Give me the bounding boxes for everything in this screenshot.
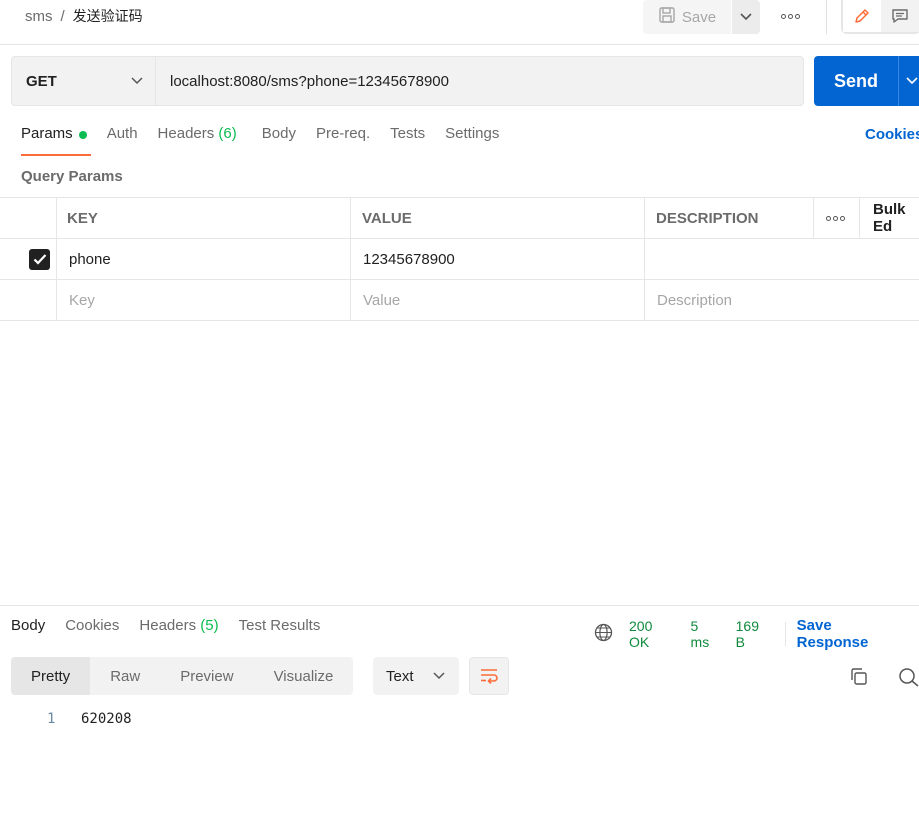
breadcrumb-collection[interactable]: sms (25, 8, 53, 25)
tab-headers[interactable]: Headers (6) (158, 125, 257, 156)
tab-response-headers-label: Headers (139, 617, 197, 634)
tab-auth[interactable]: Auth (107, 125, 158, 156)
chevron-down-icon (433, 672, 445, 680)
format-preview[interactable]: Preview (160, 657, 253, 695)
comments-button[interactable] (881, 0, 919, 32)
method-select[interactable]: GET (12, 57, 156, 105)
request-url-bar: GET localhost:8080/sms?phone=12345678900 (11, 56, 804, 106)
pencil-icon (855, 9, 869, 23)
param-enabled-checkbox[interactable] (29, 239, 50, 279)
query-params-title: Query Params (21, 168, 123, 185)
tab-settings-label: Settings (445, 125, 500, 142)
top-bar: sms / 发送验证码 Save (0, 0, 919, 45)
cookies-link[interactable]: Cookies (865, 126, 919, 143)
save-options-button[interactable] (731, 0, 760, 34)
comment-icon (892, 9, 908, 23)
request-tabs: Params Auth Headers (6) Body Pre-req. Te… (21, 125, 519, 157)
response-type-label: Text (386, 667, 414, 685)
column-header-description: DESCRIPTION (656, 209, 759, 227)
format-tabs: Pretty Raw Preview Visualize (11, 657, 354, 695)
more-icon (826, 215, 831, 221)
format-visualize[interactable]: Visualize (254, 657, 354, 695)
response-type-select[interactable]: Text (373, 657, 459, 695)
tab-response-cookies[interactable]: Cookies (65, 617, 119, 634)
status-code[interactable]: 200 OK (629, 618, 675, 650)
tab-settings[interactable]: Settings (445, 125, 519, 156)
format-pretty[interactable]: Pretty (11, 657, 91, 695)
param-key-input[interactable]: phone (69, 239, 111, 279)
column-options-button[interactable] (826, 198, 845, 238)
checkmark-icon (33, 254, 46, 265)
tab-body-label: Body (261, 125, 296, 142)
breadcrumb: sms / 发送验证码 (25, 6, 143, 26)
divider (784, 622, 786, 646)
wrap-icon (481, 669, 498, 684)
save-button-group: Save (643, 0, 760, 34)
tab-params[interactable]: Params (21, 125, 107, 156)
response-tabs: Body Cookies Headers (5) Test Results (11, 617, 340, 634)
save-label: Save (681, 8, 717, 26)
response-headers-count: (5) (200, 617, 219, 634)
new-param-value-input[interactable]: Value (363, 280, 400, 320)
more-icon-dot (840, 215, 845, 221)
table-header-row: KEY VALUE DESCRIPTION Bulk Ed (0, 197, 919, 239)
more-icon-dot (833, 215, 838, 221)
new-param-key-input[interactable]: Key (69, 280, 95, 320)
breadcrumb-separator: / (60, 7, 65, 25)
send-button[interactable]: Send (814, 56, 919, 106)
chevron-down-icon (740, 13, 752, 21)
chevron-down-icon (905, 77, 918, 85)
response-panel: Body Cookies Headers (5) Test Results 20… (0, 605, 919, 813)
tab-pre-request-label: Pre-req. (315, 125, 371, 142)
search-icon[interactable] (898, 667, 919, 691)
copy-icon[interactable] (849, 667, 868, 690)
table-row: Key Value Description (0, 280, 919, 321)
wrap-lines-button[interactable] (469, 657, 509, 695)
tab-response-body[interactable]: Body (11, 617, 45, 634)
tab-headers-label: Headers (157, 125, 215, 142)
divider (826, 0, 827, 34)
edit-pencil-button[interactable] (843, 0, 881, 32)
save-button[interactable]: Save (643, 0, 731, 34)
new-param-description-input[interactable]: Description (657, 280, 732, 320)
request-name[interactable]: 发送验证码 (73, 6, 143, 26)
save-response-button[interactable]: Save Response (797, 617, 903, 651)
more-options-button[interactable] (776, 4, 804, 28)
save-icon (658, 6, 676, 28)
method-label: GET (26, 72, 57, 90)
tab-tests-label: Tests (390, 125, 426, 142)
more-icon (780, 13, 786, 19)
param-description-input[interactable] (657, 239, 917, 279)
tab-pre-request[interactable]: Pre-req. (316, 125, 390, 156)
response-size[interactable]: 169 B (736, 618, 771, 650)
tab-test-results[interactable]: Test Results (239, 617, 321, 634)
tab-tests[interactable]: Tests (390, 125, 445, 156)
send-label: Send (833, 70, 878, 91)
headers-count: (6) (218, 125, 237, 142)
response-time[interactable]: 5 ms (691, 618, 720, 650)
query-params-table: KEY VALUE DESCRIPTION Bulk Ed phone 1234… (0, 197, 919, 321)
line-number: 1 (47, 711, 56, 727)
more-icon-dot (794, 13, 800, 19)
side-panel-toggle (841, 0, 919, 34)
param-value-input[interactable]: 12345678900 (363, 239, 455, 279)
table-row: phone 12345678900 (0, 239, 919, 280)
active-indicator-icon (78, 131, 87, 139)
bulk-edit-button[interactable]: Bulk Ed (873, 198, 919, 238)
tab-response-headers[interactable]: Headers (5) (139, 617, 218, 634)
send-options-button[interactable] (898, 56, 919, 106)
url-input[interactable]: localhost:8080/sms?phone=12345678900 (156, 57, 803, 105)
tab-body[interactable]: Body (257, 125, 316, 156)
format-raw[interactable]: Raw (90, 657, 160, 695)
globe-icon[interactable] (594, 623, 613, 645)
checkbox-box (29, 248, 50, 270)
response-line-text: 620208 (81, 711, 132, 727)
chevron-down-icon (131, 77, 143, 85)
response-status-bar: 200 OK 5 ms 169 B Save Response (594, 617, 919, 651)
more-icon-dot (787, 13, 793, 19)
column-header-value: VALUE (362, 209, 412, 227)
column-header-key: KEY (67, 209, 98, 227)
tab-auth-label: Auth (106, 125, 138, 142)
tab-params-label: Params (21, 125, 73, 142)
